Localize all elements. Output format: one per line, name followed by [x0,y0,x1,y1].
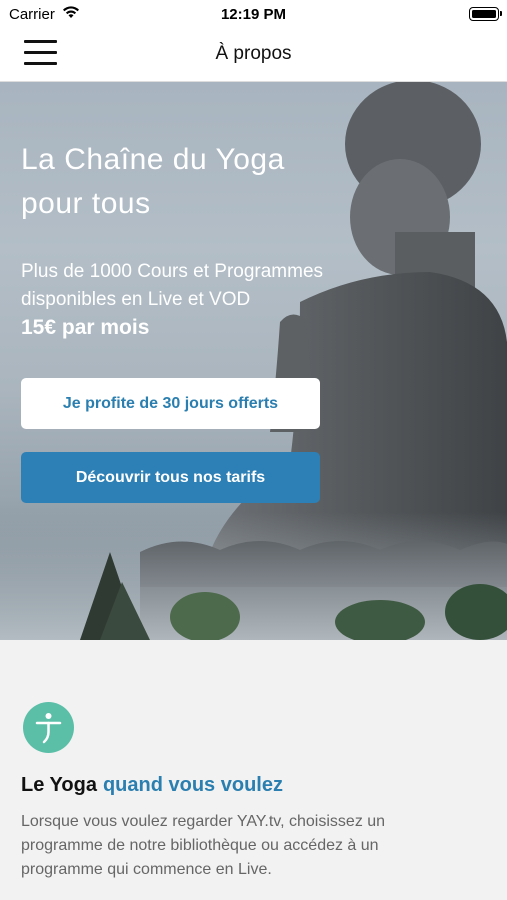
hero-banner: La Chaîne du Yoga pour tous Plus de 1000… [0,82,507,640]
clock: 12:19 PM [220,6,287,23]
navigation-bar: À propos [0,30,507,82]
battery-icon [469,7,502,21]
feature-title-main: Le Yoga [21,774,97,796]
feature-section: Le Yoga quand vous voulez Lorsque vous vo… [0,640,507,900]
feature-title-accent: quand vous voulez [102,774,283,796]
yoga-icon [23,702,74,753]
pricing-button[interactable]: Découvrir tous nos tarifs [21,452,320,503]
feature-description: Lorsque vous voulez regarder YAY.tv, cho… [21,813,386,878]
hero-subtitle: Plus de 1000 Cours et Programmes disponi… [21,261,324,310]
page-title: À propos [215,43,292,64]
feature-title: Le Yoga quand vous voulez [21,774,283,797]
hero-price: 15€ par mois [21,316,150,339]
free-trial-button[interactable]: Je profite de 30 jours offerts [21,378,320,429]
hero-title: La Chaîne du Yoga pour tous [21,143,285,220]
status-bar: Carrier 12:19 PM [0,0,507,30]
